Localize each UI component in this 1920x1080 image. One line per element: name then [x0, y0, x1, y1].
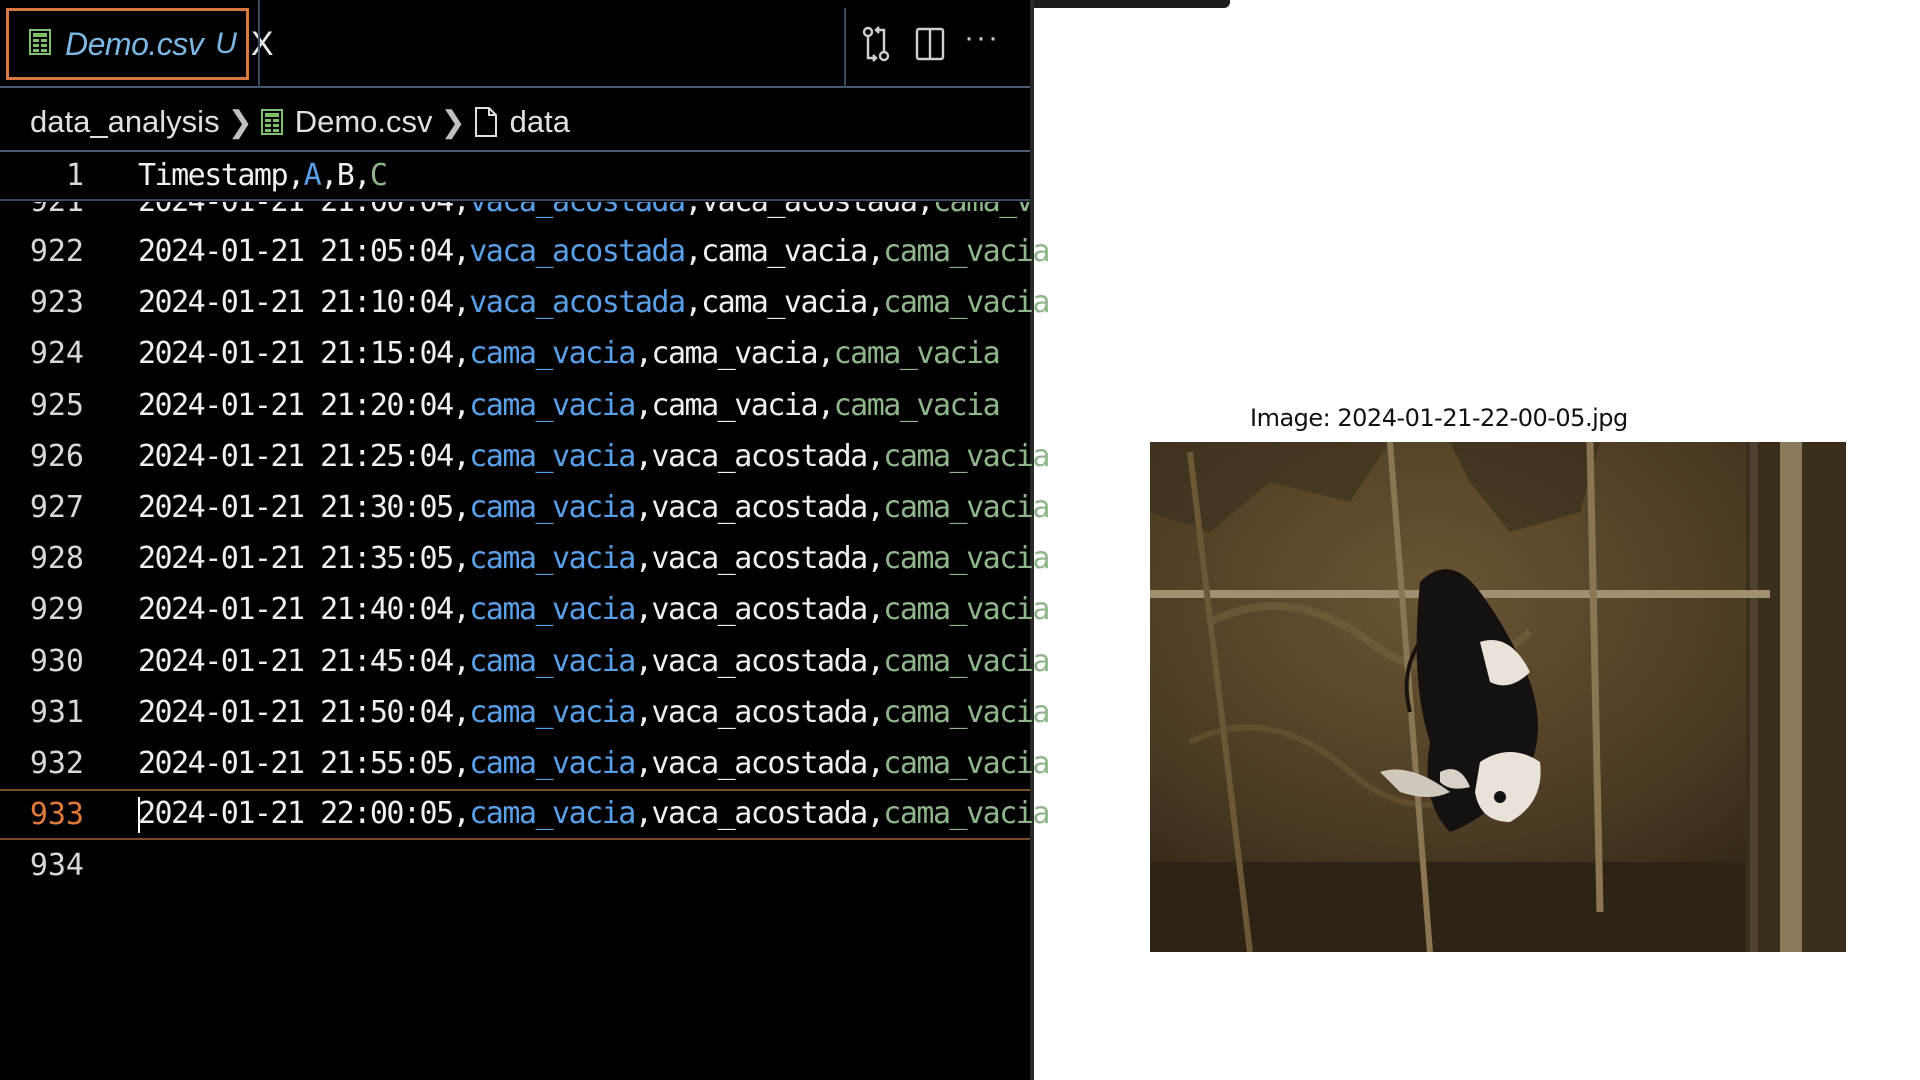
chevron-right-icon: ❯	[227, 105, 253, 139]
line-number: 924	[29, 336, 84, 372]
code-line[interactable]: 929 2024-01-21 21:40:04,cama_vacia,vaca_a…	[0, 584, 1051, 635]
code-line[interactable]: 934	[0, 840, 1030, 891]
code-line[interactable]: 930 2024-01-21 21:45:04,cama_vacia,vaca_a…	[0, 636, 1051, 687]
line-number: 927	[29, 490, 84, 525]
line-number: 933	[29, 797, 84, 833]
line-text: 2024-01-21 21:30:05,cama_vacia,vaca_acos…	[138, 490, 1050, 525]
line-text: 2024-01-21 21:20:04,cama_vacia,cama_vaci…	[138, 387, 1001, 423]
line-number: 930	[29, 643, 84, 679]
code-editor[interactable]: 1 Timestamp,A,B,C 921 2024-01-21 21:00:0…	[0, 150, 1051, 1080]
code-line[interactable]: 928 2024-01-21 21:35:05,cama_vacia,vaca_a…	[0, 533, 1051, 584]
breadcrumb-symbol-label: data	[509, 104, 571, 139]
line-text: 2024-01-21 21:50:04,cama_vacia,vaca_acos…	[138, 694, 1050, 730]
line-text: 2024-01-21 21:15:04,cama_vacia,cama_vaci…	[138, 336, 1001, 372]
code-line[interactable]: 922 2024-01-21 21:05:04,vaca_acostada,cam…	[0, 226, 1051, 277]
code-line[interactable]: 925 2024-01-21 21:20:04,cama_vacia,cama_v…	[0, 380, 1030, 431]
line-text: 2024-01-21 21:35:05,cama_vacia,vaca_acos…	[138, 541, 1050, 577]
line-number: 931	[29, 694, 84, 730]
compare-changes-icon[interactable]	[856, 22, 896, 66]
breadcrumb-symbol[interactable]: data	[474, 104, 570, 140]
partial-line: 921 2024-01-21 21:00:04,vaca_acostada,va…	[0, 202, 1030, 226]
breadcrumb: data_analysis ❯ Demo.csv ❯ data	[0, 94, 1030, 150]
code-line[interactable]: 924 2024-01-21 21:15:04,cama_vacia,cama_v…	[0, 328, 1030, 379]
line-number: 934	[29, 848, 84, 884]
line-text: 2024-01-21 21:45:04,cama_vacia,vaca_acos…	[138, 643, 1050, 679]
actions-divider	[844, 8, 846, 88]
code-line[interactable]: 926 2024-01-21 21:25:04,cama_vacia,vaca_a…	[0, 431, 1051, 482]
file-icon	[474, 106, 498, 138]
line-number: 1	[65, 158, 84, 193]
breadcrumb-folder[interactable]: data_analysis	[30, 104, 220, 140]
line-number: 928	[29, 541, 84, 577]
untracked-badge: U	[215, 27, 237, 60]
tab-divider	[258, 0, 260, 88]
chevron-right-icon: ❯	[440, 105, 466, 139]
close-tab-button[interactable]: X	[251, 27, 274, 61]
code-line[interactable]: 931 2024-01-21 21:50:04,cama_vacia,vaca_a…	[0, 687, 1051, 738]
line-text: 2024-01-21 21:05:04,vaca_acostada,cama_v…	[138, 234, 1050, 269]
line-text: 2024-01-21 22:00:05,cama_vacia,vaca_acos…	[138, 796, 1050, 833]
tab-demo-csv[interactable]: Demo.csv U X	[6, 8, 274, 80]
cow-stall-photo	[1150, 442, 1846, 952]
line-text: 2024-01-21 21:25:04,cama_vacia,vaca_acos…	[138, 438, 1050, 474]
line-text: 2024-01-21 21:00:04,vaca_acostada,vaca_a…	[138, 202, 1030, 219]
sticky-header-line[interactable]: 1 Timestamp,A,B,C	[0, 150, 1030, 201]
line-text: 2024-01-21 21:55:05,cama_vacia,vaca_acos…	[138, 746, 1050, 781]
csv-file-icon	[260, 109, 283, 135]
tab-label: Demo.csv	[65, 25, 204, 62]
tab-bar: Demo.csv U X ···	[0, 0, 1030, 88]
breadcrumb-file-label: Demo.csv	[294, 104, 433, 139]
line-number: 925	[29, 387, 84, 423]
code-line[interactable]: 923 2024-01-21 21:10:04,vaca_acostada,cam…	[0, 277, 1051, 328]
code-line[interactable]: 932 2024-01-21 21:55:05,cama_vacia,vaca_a…	[0, 738, 1051, 789]
more-actions-icon[interactable]: ···	[962, 16, 1002, 60]
line-text: 2024-01-21 21:40:04,cama_vacia,vaca_acos…	[138, 592, 1050, 628]
csv-file-icon	[29, 28, 51, 60]
code-line[interactable]: 927 2024-01-21 21:30:05,cama_vacia,vaca_a…	[0, 482, 1051, 533]
breadcrumb-file[interactable]: Demo.csv	[260, 104, 433, 140]
line-text: 2024-01-21 21:10:04,vaca_acostada,cama_v…	[138, 285, 1050, 321]
line-text: Timestamp,A,B,C	[138, 158, 388, 193]
current-line[interactable]: 933 2024-01-21 22:00:05,cama_vacia,vaca_a…	[0, 789, 1050, 841]
editor-pane: Demo.csv U X ··· data_analysis ❯ Demo.cs…	[0, 0, 1051, 1080]
image-title: Image: 2024-01-21-22-00-05.jpg	[1250, 404, 1628, 432]
line-number: 929	[29, 592, 84, 628]
line-number: 932	[29, 746, 84, 781]
line-number: 922	[29, 234, 84, 269]
split-editor-icon[interactable]	[910, 22, 950, 66]
line-number: 926	[29, 438, 84, 474]
line-number: 921	[0, 202, 84, 219]
line-number: 923	[29, 285, 84, 321]
